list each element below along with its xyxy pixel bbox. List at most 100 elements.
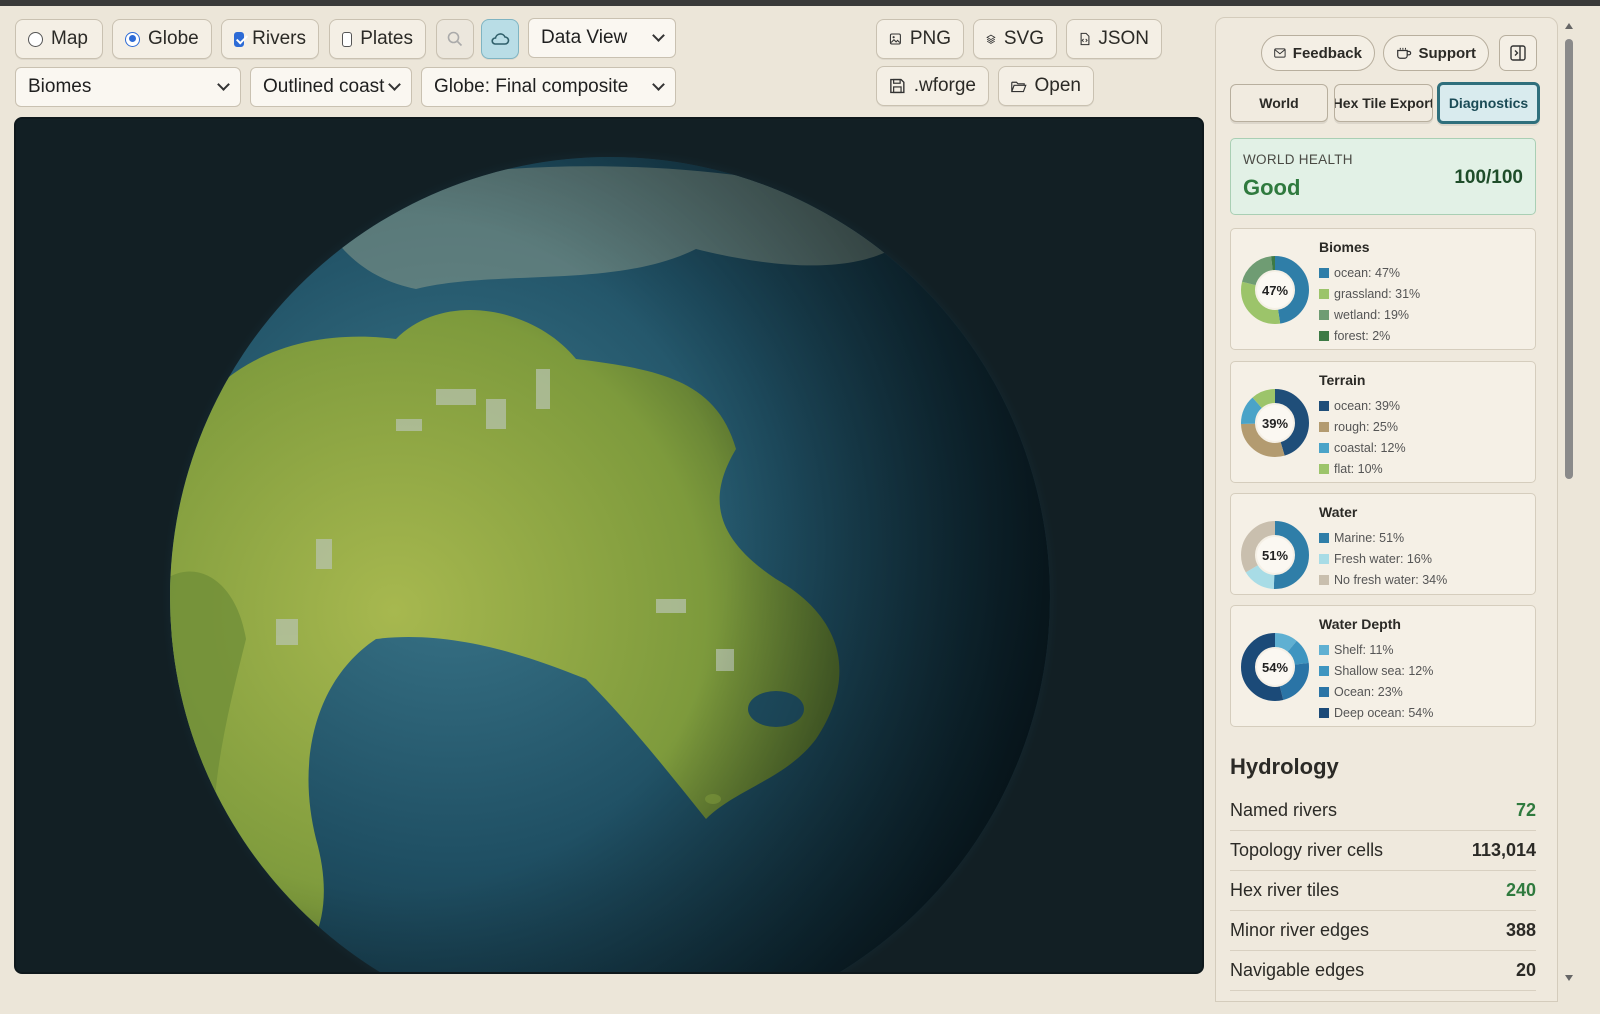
legend-item: grassland: 31% [1319,283,1420,304]
health-label: WORLD HEALTH [1243,152,1353,167]
legend-label: Shelf: 11% [1334,642,1394,657]
sidebar-collapse-icon [1510,45,1526,61]
rivers-checkbox[interactable]: Rivers [221,19,319,59]
legend-item: ocean: 39% [1319,395,1406,416]
legend-swatch [1319,421,1329,432]
view-globe-radio[interactable]: Globe [112,19,212,59]
plates-checkbox[interactable]: Plates [329,19,426,59]
globe-mode-select[interactable]: Globe: Final composite [421,67,676,107]
image-icon [889,33,901,45]
legend-label: Fresh water: 16% [1334,551,1432,566]
tab-hex-tile-export-label: Hex Tile Export [1334,95,1433,111]
chart-legend: Shelf: 11% Shallow sea: 12% Ocean: 23% Deep… [1319,639,1433,723]
legend-item: Deep ocean: 54% [1319,702,1433,723]
chart-card-biomes: Biomes ocean: 47% grassland: 31% wetland: 1… [1230,228,1536,350]
legend-label: flat: 10% [1334,461,1383,476]
legend-label: No fresh water: 34% [1334,572,1448,587]
legend-item: flat: 10% [1319,458,1406,479]
donut-center-value: 39% [1262,416,1288,431]
legend-item: ocean: 47% [1319,262,1420,283]
mail-icon [1274,48,1286,58]
feedback-label: Feedback [1292,44,1362,62]
globe-mode-value: Globe: Final composite [434,76,629,97]
legend-label: Marine: 51% [1334,530,1405,545]
feedback-button[interactable]: Feedback [1261,35,1375,71]
save-icon [890,78,905,94]
stat-label: Topology river cells [1230,840,1384,860]
checkbox-checked-icon [234,31,245,47]
chart-card-title: Water [1319,504,1358,520]
legend-item: wetland: 19% [1319,304,1420,325]
legend-label: Shallow sea: 12% [1334,663,1434,678]
export-png-button[interactable]: PNG [876,19,964,59]
plates-label: Plates [360,28,413,49]
donut-chart: 54% [1241,633,1309,701]
cloud-icon [491,33,510,45]
rivers-label: Rivers [252,28,306,49]
clouds-toggle[interactable] [481,19,519,59]
chart-legend: ocean: 47% grassland: 31% wetland: 19% fore… [1319,262,1420,346]
hydrology-stat-row: Named rivers 72 [1230,791,1536,831]
data-view-value: Data View [541,27,628,48]
search-button[interactable] [436,19,474,59]
chart-card-terrain: Terrain ocean: 39% rough: 25% coastal: 12% f… [1230,361,1536,483]
stat-value: 388 [1505,920,1536,940]
export-json-button[interactable]: JSON [1066,19,1162,59]
save-wforge-button[interactable]: .wforge [876,66,989,106]
legend-label: forest: 2% [1334,328,1391,343]
legend-item: No fresh water: 34% [1319,569,1447,590]
coast-select[interactable]: Outlined coast [250,67,412,107]
layer-select[interactable]: Biomes [15,67,241,107]
legend-label: Deep ocean: 54% [1334,705,1434,720]
legend-item: rough: 25% [1319,416,1406,437]
tab-diagnostics[interactable]: Diagnostics [1437,82,1540,124]
radio-selected-icon [125,31,140,47]
support-label: Support [1418,44,1477,62]
coast-value: Outlined coast [263,76,385,97]
world-health-card: WORLD HEALTH Good 100/100 [1230,138,1536,215]
stat-label: Navigable edges [1230,960,1365,980]
legend-label: rough: 25% [1334,419,1398,434]
legend-swatch [1319,532,1329,543]
legend-label: ocean: 47% [1334,265,1401,280]
legend-swatch [1319,400,1329,411]
chart-legend: Marine: 51% Fresh water: 16% No fresh wate… [1319,527,1447,590]
hydrology-stat-row: Topology river cells 113,014 [1230,831,1536,871]
open-label: Open [1034,75,1081,96]
donut-chart: 39% [1241,389,1309,457]
stat-value: 20 [1515,960,1536,980]
panel-scrollbar[interactable] [1562,17,1576,1002]
window-top-border [0,0,1600,6]
legend-swatch [1319,288,1329,299]
folder-open-icon [1011,81,1027,92]
view-map-radio[interactable]: Map [15,19,103,59]
export-svg-button[interactable]: SVG [973,19,1057,59]
legend-swatch [1319,553,1329,564]
tab-world[interactable]: World [1230,84,1328,122]
png-label: PNG [909,28,951,49]
legend-item: Ocean: 23% [1319,681,1433,702]
open-button[interactable]: Open [998,66,1094,106]
chevron-down-icon [652,29,665,42]
tab-hex-tile-export[interactable]: Hex Tile Export [1334,84,1433,122]
legend-swatch [1319,330,1329,341]
legend-item: Marine: 51% [1319,527,1447,548]
legend-swatch [1319,309,1329,320]
data-view-select[interactable]: Data View [528,18,676,58]
stat-value: 113,014 [1471,840,1536,860]
legend-swatch [1319,463,1329,474]
chevron-down-icon [388,78,401,91]
chevron-down-icon [652,78,665,91]
support-button[interactable]: Support [1383,35,1489,71]
globe-render[interactable] [16,119,1202,972]
view-globe-label: Globe [148,28,199,49]
radio-icon [28,31,43,47]
collapse-panel-button[interactable] [1499,35,1537,71]
legend-swatch [1319,707,1329,718]
globe-viewport[interactable] [14,117,1204,974]
search-icon [447,31,463,47]
hydrology-stat-row: Minor river edges 388 [1230,911,1536,951]
checkbox-icon [342,31,353,47]
legend-swatch [1319,644,1329,655]
tab-diagnostics-label: Diagnostics [1448,95,1529,111]
